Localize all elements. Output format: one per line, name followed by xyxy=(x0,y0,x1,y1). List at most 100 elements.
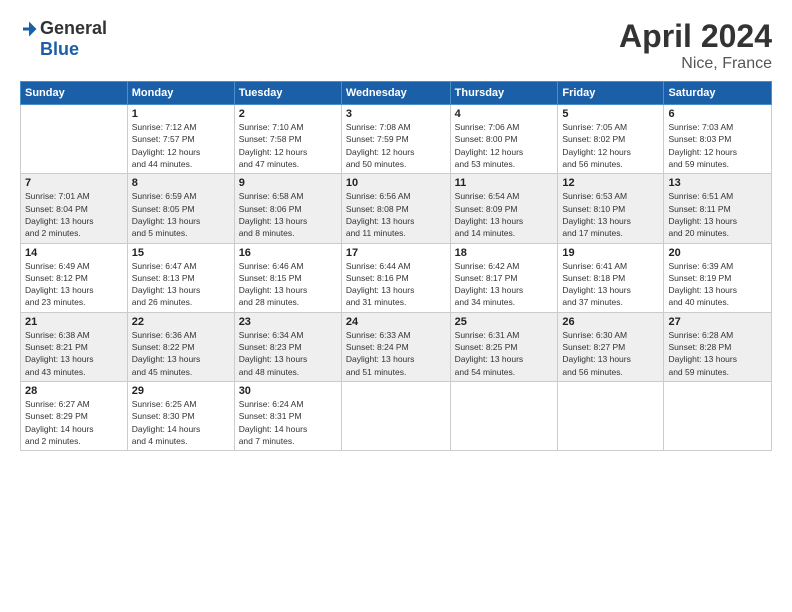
day-number: 9 xyxy=(239,177,337,189)
day-number: 28 xyxy=(25,385,123,397)
logo-blue: Blue xyxy=(40,39,79,60)
week-row-2: 7Sunrise: 7:01 AM Sunset: 8:04 PM Daylig… xyxy=(21,174,772,243)
day-info: Sunrise: 6:38 AM Sunset: 8:21 PM Dayligh… xyxy=(25,329,123,378)
day-cell: 29Sunrise: 6:25 AM Sunset: 8:30 PM Dayli… xyxy=(127,382,234,451)
day-cell xyxy=(450,382,558,451)
day-info: Sunrise: 7:10 AM Sunset: 7:58 PM Dayligh… xyxy=(239,121,337,170)
day-info: Sunrise: 6:49 AM Sunset: 8:12 PM Dayligh… xyxy=(25,260,123,309)
week-row-1: 1Sunrise: 7:12 AM Sunset: 7:57 PM Daylig… xyxy=(21,105,772,174)
day-info: Sunrise: 7:01 AM Sunset: 8:04 PM Dayligh… xyxy=(25,190,123,239)
day-cell: 22Sunrise: 6:36 AM Sunset: 8:22 PM Dayli… xyxy=(127,312,234,381)
day-cell: 27Sunrise: 6:28 AM Sunset: 8:28 PM Dayli… xyxy=(664,312,772,381)
day-cell xyxy=(558,382,664,451)
day-cell: 1Sunrise: 7:12 AM Sunset: 7:57 PM Daylig… xyxy=(127,105,234,174)
logo-text: General xyxy=(20,18,107,39)
day-info: Sunrise: 7:12 AM Sunset: 7:57 PM Dayligh… xyxy=(132,121,230,170)
day-info: Sunrise: 6:47 AM Sunset: 8:13 PM Dayligh… xyxy=(132,260,230,309)
day-info: Sunrise: 6:34 AM Sunset: 8:23 PM Dayligh… xyxy=(239,329,337,378)
day-info: Sunrise: 6:59 AM Sunset: 8:05 PM Dayligh… xyxy=(132,190,230,239)
day-info: Sunrise: 6:27 AM Sunset: 8:29 PM Dayligh… xyxy=(25,398,123,447)
day-cell: 13Sunrise: 6:51 AM Sunset: 8:11 PM Dayli… xyxy=(664,174,772,243)
day-info: Sunrise: 6:58 AM Sunset: 8:06 PM Dayligh… xyxy=(239,190,337,239)
day-number: 16 xyxy=(239,247,337,259)
day-cell: 23Sunrise: 6:34 AM Sunset: 8:23 PM Dayli… xyxy=(234,312,341,381)
day-info: Sunrise: 7:06 AM Sunset: 8:00 PM Dayligh… xyxy=(455,121,554,170)
day-cell: 25Sunrise: 6:31 AM Sunset: 8:25 PM Dayli… xyxy=(450,312,558,381)
day-cell: 12Sunrise: 6:53 AM Sunset: 8:10 PM Dayli… xyxy=(558,174,664,243)
day-cell: 26Sunrise: 6:30 AM Sunset: 8:27 PM Dayli… xyxy=(558,312,664,381)
day-info: Sunrise: 6:39 AM Sunset: 8:19 PM Dayligh… xyxy=(668,260,767,309)
header-cell-saturday: Saturday xyxy=(664,82,772,105)
day-cell: 28Sunrise: 6:27 AM Sunset: 8:29 PM Dayli… xyxy=(21,382,128,451)
day-cell: 8Sunrise: 6:59 AM Sunset: 8:05 PM Daylig… xyxy=(127,174,234,243)
week-row-4: 21Sunrise: 6:38 AM Sunset: 8:21 PM Dayli… xyxy=(21,312,772,381)
day-number: 25 xyxy=(455,316,554,328)
day-cell: 20Sunrise: 6:39 AM Sunset: 8:19 PM Dayli… xyxy=(664,243,772,312)
logo-icon xyxy=(20,20,38,38)
header-row: SundayMondayTuesdayWednesdayThursdayFrid… xyxy=(21,82,772,105)
day-number: 4 xyxy=(455,108,554,120)
day-number: 26 xyxy=(562,316,659,328)
day-cell: 30Sunrise: 6:24 AM Sunset: 8:31 PM Dayli… xyxy=(234,382,341,451)
day-number: 7 xyxy=(25,177,123,189)
day-number: 15 xyxy=(132,247,230,259)
day-info: Sunrise: 6:31 AM Sunset: 8:25 PM Dayligh… xyxy=(455,329,554,378)
day-cell: 17Sunrise: 6:44 AM Sunset: 8:16 PM Dayli… xyxy=(341,243,450,312)
day-info: Sunrise: 6:44 AM Sunset: 8:16 PM Dayligh… xyxy=(346,260,446,309)
day-info: Sunrise: 6:56 AM Sunset: 8:08 PM Dayligh… xyxy=(346,190,446,239)
day-cell: 18Sunrise: 6:42 AM Sunset: 8:17 PM Dayli… xyxy=(450,243,558,312)
day-number: 19 xyxy=(562,247,659,259)
day-number: 24 xyxy=(346,316,446,328)
day-number: 27 xyxy=(668,316,767,328)
day-info: Sunrise: 6:25 AM Sunset: 8:30 PM Dayligh… xyxy=(132,398,230,447)
day-number: 29 xyxy=(132,385,230,397)
calendar-body: 1Sunrise: 7:12 AM Sunset: 7:57 PM Daylig… xyxy=(21,105,772,451)
day-cell: 9Sunrise: 6:58 AM Sunset: 8:06 PM Daylig… xyxy=(234,174,341,243)
day-number: 6 xyxy=(668,108,767,120)
day-info: Sunrise: 6:54 AM Sunset: 8:09 PM Dayligh… xyxy=(455,190,554,239)
day-cell xyxy=(664,382,772,451)
day-cell: 5Sunrise: 7:05 AM Sunset: 8:02 PM Daylig… xyxy=(558,105,664,174)
day-number: 13 xyxy=(668,177,767,189)
title-section: April 2024 Nice, France xyxy=(619,18,772,73)
day-cell: 2Sunrise: 7:10 AM Sunset: 7:58 PM Daylig… xyxy=(234,105,341,174)
day-cell: 16Sunrise: 6:46 AM Sunset: 8:15 PM Dayli… xyxy=(234,243,341,312)
calendar-subtitle: Nice, France xyxy=(619,55,772,73)
header-cell-friday: Friday xyxy=(558,82,664,105)
logo: General Blue xyxy=(20,18,107,60)
day-cell: 21Sunrise: 6:38 AM Sunset: 8:21 PM Dayli… xyxy=(21,312,128,381)
day-info: Sunrise: 7:03 AM Sunset: 8:03 PM Dayligh… xyxy=(668,121,767,170)
day-info: Sunrise: 6:46 AM Sunset: 8:15 PM Dayligh… xyxy=(239,260,337,309)
day-number: 14 xyxy=(25,247,123,259)
day-cell: 14Sunrise: 6:49 AM Sunset: 8:12 PM Dayli… xyxy=(21,243,128,312)
day-cell: 10Sunrise: 6:56 AM Sunset: 8:08 PM Dayli… xyxy=(341,174,450,243)
day-info: Sunrise: 6:51 AM Sunset: 8:11 PM Dayligh… xyxy=(668,190,767,239)
day-number: 22 xyxy=(132,316,230,328)
day-number: 17 xyxy=(346,247,446,259)
day-info: Sunrise: 7:05 AM Sunset: 8:02 PM Dayligh… xyxy=(562,121,659,170)
day-cell: 24Sunrise: 6:33 AM Sunset: 8:24 PM Dayli… xyxy=(341,312,450,381)
calendar-table: SundayMondayTuesdayWednesdayThursdayFrid… xyxy=(20,81,772,451)
day-number: 20 xyxy=(668,247,767,259)
day-cell: 6Sunrise: 7:03 AM Sunset: 8:03 PM Daylig… xyxy=(664,105,772,174)
header: General Blue April 2024 Nice, France xyxy=(20,18,772,73)
day-cell: 7Sunrise: 7:01 AM Sunset: 8:04 PM Daylig… xyxy=(21,174,128,243)
day-info: Sunrise: 6:28 AM Sunset: 8:28 PM Dayligh… xyxy=(668,329,767,378)
day-number: 2 xyxy=(239,108,337,120)
day-number: 30 xyxy=(239,385,337,397)
day-cell: 19Sunrise: 6:41 AM Sunset: 8:18 PM Dayli… xyxy=(558,243,664,312)
day-number: 18 xyxy=(455,247,554,259)
day-info: Sunrise: 6:42 AM Sunset: 8:17 PM Dayligh… xyxy=(455,260,554,309)
day-number: 23 xyxy=(239,316,337,328)
day-info: Sunrise: 6:30 AM Sunset: 8:27 PM Dayligh… xyxy=(562,329,659,378)
week-row-3: 14Sunrise: 6:49 AM Sunset: 8:12 PM Dayli… xyxy=(21,243,772,312)
day-cell: 3Sunrise: 7:08 AM Sunset: 7:59 PM Daylig… xyxy=(341,105,450,174)
week-row-5: 28Sunrise: 6:27 AM Sunset: 8:29 PM Dayli… xyxy=(21,382,772,451)
day-info: Sunrise: 6:33 AM Sunset: 8:24 PM Dayligh… xyxy=(346,329,446,378)
day-number: 1 xyxy=(132,108,230,120)
day-info: Sunrise: 6:36 AM Sunset: 8:22 PM Dayligh… xyxy=(132,329,230,378)
header-cell-tuesday: Tuesday xyxy=(234,82,341,105)
day-number: 5 xyxy=(562,108,659,120)
header-cell-monday: Monday xyxy=(127,82,234,105)
day-cell: 11Sunrise: 6:54 AM Sunset: 8:09 PM Dayli… xyxy=(450,174,558,243)
